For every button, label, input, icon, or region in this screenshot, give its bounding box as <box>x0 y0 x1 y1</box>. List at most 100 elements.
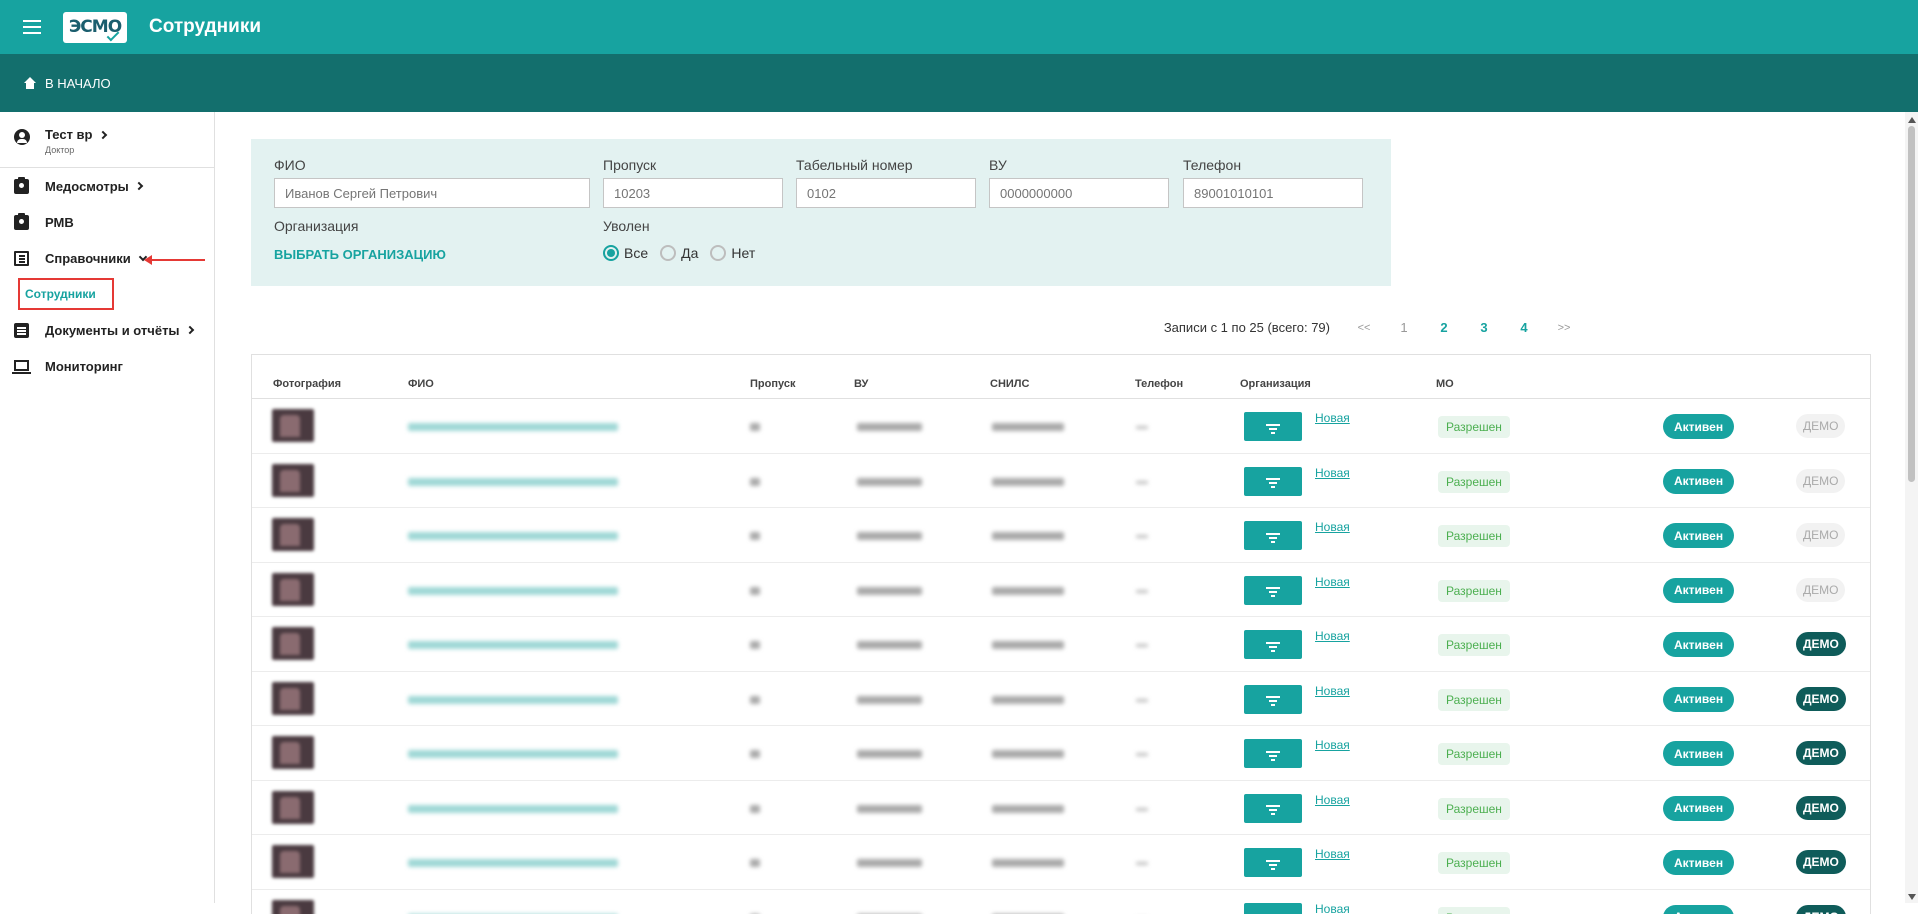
organization-filter-button[interactable] <box>1244 848 1302 877</box>
table-row[interactable]: НоваяРазрешенАктивенДЕМО <box>252 781 1870 836</box>
app-logo[interactable]: ЭСМО <box>63 12 127 43</box>
demo-chip[interactable]: ДЕМО <box>1796 796 1846 820</box>
sidebar-item-spravochniki[interactable]: Справочники <box>0 240 214 276</box>
radio-all[interactable] <box>603 245 619 261</box>
demo-chip[interactable]: ДЕМО <box>1796 578 1845 602</box>
active-status-chip[interactable]: Активен <box>1663 469 1734 494</box>
select-organization-button[interactable]: ВЫБРАТЬ ОРГАНИЗАЦИЮ <box>274 247 446 262</box>
fio-cell-redacted[interactable] <box>408 750 618 758</box>
page-scrollbar[interactable] <box>1905 112 1918 903</box>
tab-number-input[interactable] <box>796 178 976 208</box>
menu-icon[interactable] <box>23 20 43 34</box>
organization-link[interactable]: Новая <box>1315 629 1350 643</box>
organization-link[interactable]: Новая <box>1315 684 1350 698</box>
demo-chip[interactable]: ДЕМО <box>1796 414 1845 438</box>
active-status-chip[interactable]: Активен <box>1663 796 1734 821</box>
fio-cell-redacted[interactable] <box>408 587 618 595</box>
fio-cell-redacted[interactable] <box>408 641 618 649</box>
demo-chip[interactable]: ДЕМО <box>1796 632 1846 656</box>
sidebar-item-documents[interactable]: Документы и отчёты <box>0 312 214 348</box>
radio-yes[interactable] <box>660 245 676 261</box>
scroll-up-arrow-icon[interactable] <box>1908 117 1916 123</box>
organization-link[interactable]: Новая <box>1315 847 1350 861</box>
table-row[interactable]: НоваяРазрешенАктивенДЕМО <box>252 454 1870 509</box>
table-row[interactable]: НоваяРазрешенАктивенДЕМО <box>252 672 1870 727</box>
organization-link[interactable]: Новая <box>1315 411 1350 425</box>
phone-input[interactable] <box>1183 178 1363 208</box>
fio-cell-redacted[interactable] <box>408 696 618 704</box>
active-status-chip[interactable]: Активен <box>1663 687 1734 712</box>
page-2-button[interactable]: 2 <box>1424 320 1464 335</box>
organization-link[interactable]: Новая <box>1315 738 1350 752</box>
fired-radio-group: Все Да Нет <box>603 245 767 261</box>
page-3-button[interactable]: 3 <box>1464 320 1504 335</box>
table-row[interactable]: Новая Разрешен Активен ДЕМО <box>252 508 1870 563</box>
scroll-down-arrow-icon[interactable] <box>1908 894 1916 900</box>
organization-link[interactable]: Новая <box>1315 466 1350 480</box>
demo-chip[interactable]: ДЕМО <box>1796 850 1846 874</box>
table-row[interactable]: НоваяРазрешенАктивенДЕМО <box>252 890 1870 914</box>
phone-label: Телефон <box>1183 157 1241 173</box>
fio-cell-redacted[interactable] <box>408 805 618 813</box>
organization-filter-button[interactable] <box>1244 576 1302 605</box>
active-status-chip[interactable]: Активен <box>1663 632 1734 657</box>
vu-input[interactable] <box>989 178 1169 208</box>
organization-link[interactable]: Новая <box>1315 520 1350 534</box>
home-link[interactable]: В НАЧАЛО <box>23 76 111 91</box>
filter-list-icon <box>1266 587 1280 589</box>
sidebar-subitem-employees[interactable]: Сотрудники <box>18 278 114 310</box>
table-row[interactable]: НоваяРазрешенАктивенДЕМО <box>252 617 1870 672</box>
clipboard-account-icon <box>14 179 29 194</box>
chevron-right-icon <box>98 130 106 138</box>
pass-input[interactable] <box>603 178 783 208</box>
radio-no[interactable] <box>710 245 726 261</box>
organization-filter-button[interactable] <box>1244 412 1302 441</box>
active-status-chip[interactable]: Активен <box>1663 523 1734 548</box>
page-4-button[interactable]: 4 <box>1504 320 1544 335</box>
organization-filter-button[interactable] <box>1244 630 1302 659</box>
organization-link[interactable]: Новая <box>1315 793 1350 807</box>
sidebar-item-monitoring[interactable]: Мониторинг <box>0 348 214 384</box>
demo-chip[interactable]: ДЕМО <box>1796 523 1845 547</box>
user-menu[interactable]: Тест вр Доктор <box>0 112 214 168</box>
demo-chip[interactable]: ДЕМО <box>1796 905 1846 914</box>
active-status-chip[interactable]: Активен <box>1663 414 1734 439</box>
fio-cell-redacted[interactable] <box>408 859 618 867</box>
filter-list-icon <box>1266 478 1280 480</box>
sidebar-item-medosmotry[interactable]: Медосмотры <box>0 168 214 204</box>
fio-cell-redacted[interactable] <box>408 532 618 540</box>
organization-filter-button[interactable] <box>1244 739 1302 768</box>
active-status-chip[interactable]: Активен <box>1663 905 1734 914</box>
demo-chip[interactable]: ДЕМО <box>1796 687 1846 711</box>
organization-filter-button[interactable] <box>1244 903 1302 914</box>
mo-status-badge: Разрешен <box>1438 525 1510 547</box>
organization-filter-button[interactable] <box>1244 685 1302 714</box>
page-last-button[interactable]: >> <box>1544 322 1584 334</box>
table-row[interactable]: НоваяРазрешенАктивенДЕМО <box>252 563 1870 618</box>
organization-link[interactable]: Новая <box>1315 575 1350 589</box>
phone-cell-redacted <box>1136 481 1148 484</box>
table-row[interactable]: НоваяРазрешенАктивенДЕМО <box>252 835 1870 890</box>
table-row[interactable]: НоваяРазрешенАктивенДЕМО <box>252 726 1870 781</box>
active-status-chip[interactable]: Активен <box>1663 741 1734 766</box>
active-status-chip[interactable]: Активен <box>1663 850 1734 875</box>
scroll-thumb[interactable] <box>1908 126 1915 482</box>
document-icon <box>14 323 29 338</box>
snils-cell-redacted <box>992 641 1064 649</box>
tab-number-label: Табельный номер <box>796 157 913 173</box>
page-first-button[interactable]: << <box>1344 322 1384 334</box>
table-row[interactable]: НоваяРазрешенАктивенДЕМО <box>252 399 1870 454</box>
fio-cell-redacted[interactable] <box>408 423 618 431</box>
page-1-button[interactable]: 1 <box>1384 320 1424 335</box>
organization-filter-button[interactable] <box>1244 467 1302 496</box>
organization-filter-button[interactable] <box>1244 794 1302 823</box>
organization-filter-button[interactable] <box>1244 521 1302 550</box>
active-status-chip[interactable]: Активен <box>1663 578 1734 603</box>
sidebar-item-rmv[interactable]: РМВ <box>0 204 214 240</box>
demo-chip[interactable]: ДЕМО <box>1796 741 1846 765</box>
organization-link[interactable]: Новая <box>1315 902 1350 914</box>
fio-cell-redacted[interactable] <box>408 478 618 486</box>
fio-input[interactable] <box>274 178 590 208</box>
demo-chip[interactable]: ДЕМО <box>1796 469 1845 493</box>
pass-label: Пропуск <box>603 157 656 173</box>
